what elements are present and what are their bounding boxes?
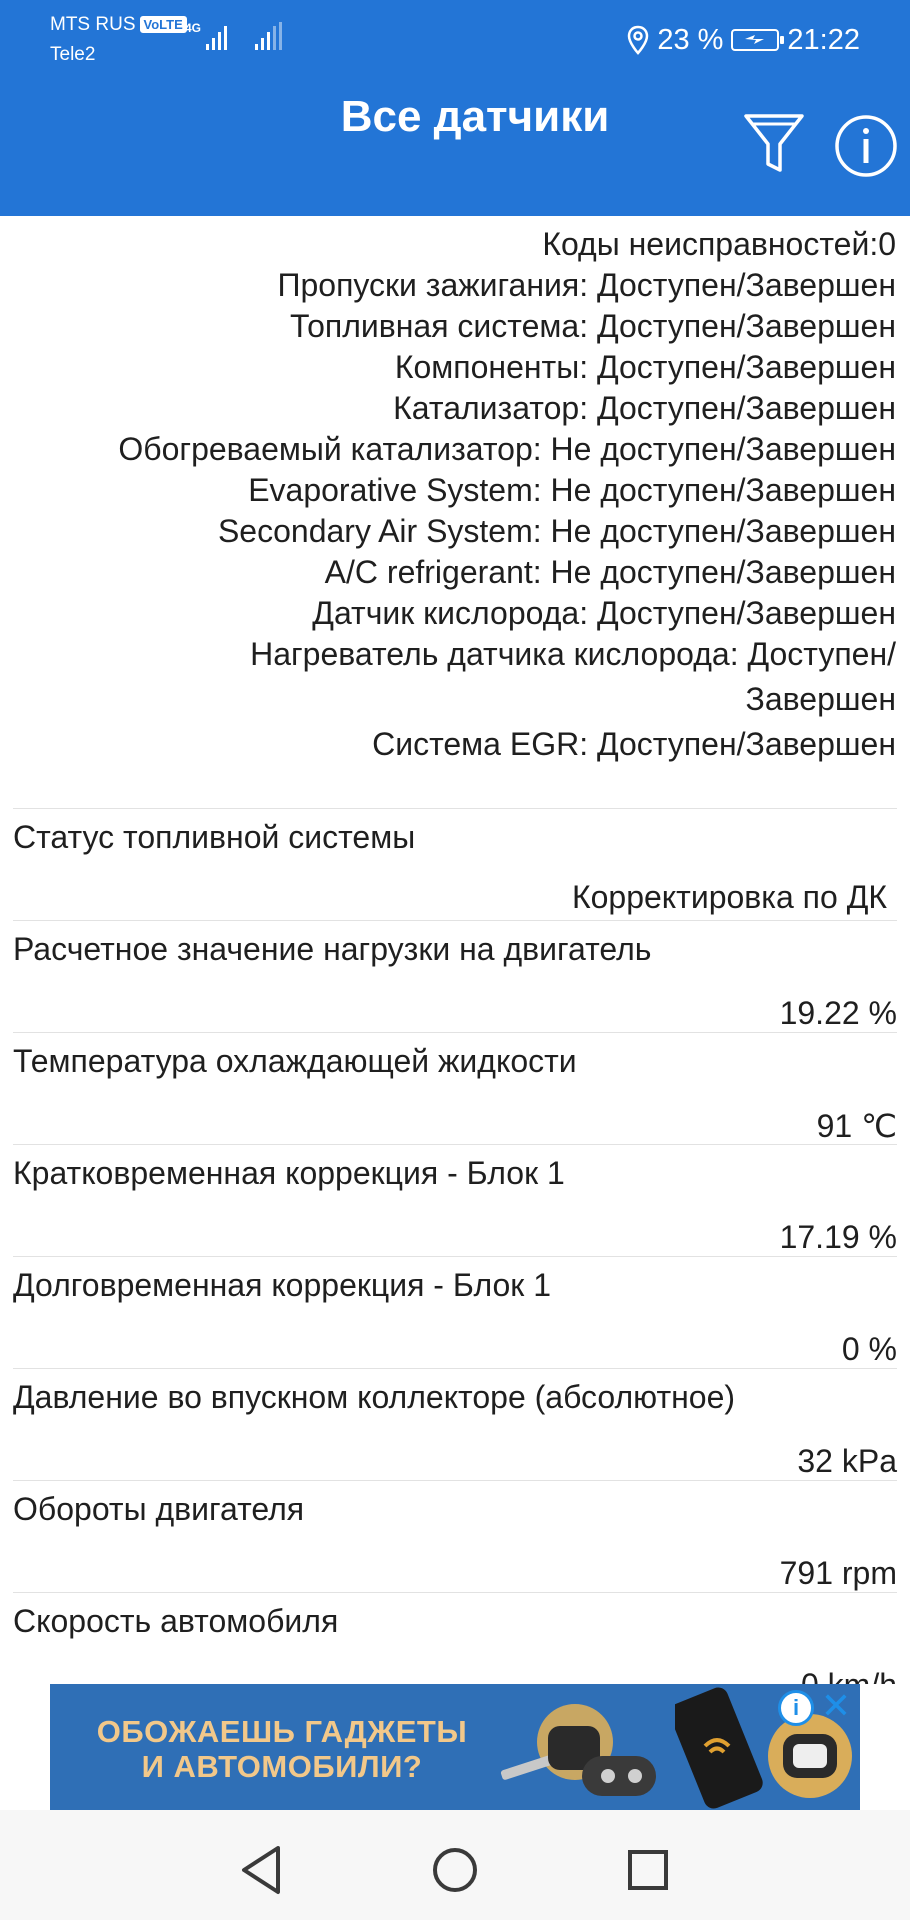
monitor-status-line: Датчик кислорода: Доступен/Завершен (312, 595, 896, 631)
navigation-bar (0, 1810, 910, 1920)
status-bar: MTS RUS VoLTE Tele2 4G 23 % 21:22 (0, 0, 910, 80)
recents-icon[interactable] (618, 1840, 678, 1900)
network-type: 4G (185, 21, 202, 35)
sensor-list[interactable]: Коды неисправностей:0 Пропуски зажигания… (0, 216, 910, 1684)
sensor-row[interactable]: Кратковременная коррекция - Блок 1 17.19… (13, 1144, 897, 1256)
ad-car-key-icon (500, 1704, 656, 1796)
filter-icon[interactable] (742, 112, 806, 178)
sensor-value: 0 % (841, 1331, 897, 1367)
sensor-label: Обороты двигателя (13, 1491, 305, 1527)
monitor-status-line: Evaporative System: Не доступен/Завершен (248, 472, 896, 508)
sensor-label: Давление во впускном коллекторе (абсолют… (13, 1379, 736, 1415)
sensor-value: 32 kPa (797, 1443, 897, 1479)
info-icon[interactable] (834, 114, 898, 178)
sensor-value: 0 km/h (801, 1667, 897, 1684)
sensor-row[interactable]: Долговременная коррекция - Блок 1 0 % (13, 1256, 897, 1368)
sensor-label: Температура охлаждающей жидкости (13, 1043, 577, 1079)
sensor-value: 91 ℃ (816, 1108, 897, 1144)
clock: 21:22 (787, 23, 860, 56)
status-right-group: 23 % 21:22 (627, 22, 860, 58)
sensor-value: Корректировка по ДК (571, 879, 887, 915)
sensor-row[interactable]: Расчетное значение нагрузки на двигатель… (13, 920, 897, 1032)
monitor-status-line: Система EGR: Доступен/Завершен (372, 726, 896, 762)
monitor-status-line: Обогреваемый катализатор: Не доступен/За… (118, 431, 896, 467)
sensor-row[interactable]: Давление во впускном коллекторе (абсолют… (13, 1368, 897, 1480)
monitor-status-line: Топливная система: Доступен/Завершен (290, 308, 896, 344)
ad-headline: ОБОЖАЕШЬ ГАДЖЕТЫ И АВТОМОБИЛИ? (72, 1714, 492, 1784)
sensor-label: Долговременная коррекция - Блок 1 (13, 1267, 551, 1303)
monitor-status-line: Катализатор: Доступен/Завершен (393, 390, 896, 426)
carrier-primary-label: MTS RUS (50, 14, 136, 35)
volte-badge: VoLTE (139, 16, 187, 34)
monitor-status-line: Пропуски зажигания: Доступен/Завершен (277, 267, 896, 303)
battery-percent: 23 % (657, 23, 724, 56)
sensor-row[interactable]: Статус топливной системы Корректировка п… (13, 808, 897, 920)
signal-strength-icon (206, 26, 227, 50)
monitor-status-block: Коды неисправностей:0 Пропуски зажигания… (16, 224, 896, 765)
ad-close-icon[interactable]: ✕ (818, 1688, 854, 1724)
carrier-primary: MTS RUS VoLTE (50, 14, 187, 36)
battery-charging-icon (731, 29, 785, 51)
sensor-value: 17.19 % (779, 1219, 897, 1255)
sensor-label: Расчетное значение нагрузки на двигатель (13, 931, 652, 967)
home-icon[interactable] (425, 1840, 485, 1900)
sensor-row[interactable]: Скорость автомобиля 0 km/h (13, 1592, 897, 1684)
ad-phone-icon (675, 1687, 763, 1809)
sensor-label: Кратковременная коррекция - Блок 1 (13, 1155, 565, 1191)
monitor-status-line: Secondary Air System: Не доступен/Заверш… (217, 513, 896, 549)
app-header: MTS RUS VoLTE Tele2 4G 23 % 21:22 Все да… (0, 0, 910, 216)
monitor-status-line: Завершен (745, 681, 897, 717)
monitor-status-line: Компоненты: Доступен/Завершен (394, 349, 896, 385)
ad-headline-line: ОБОЖАЕШЬ ГАДЖЕТЫ (96, 1714, 468, 1749)
ad-info-icon[interactable]: i (778, 1690, 814, 1726)
sensor-value: 791 rpm (779, 1555, 897, 1591)
carrier-secondary: Tele2 (50, 44, 96, 65)
ad-banner[interactable]: ОБОЖАЕШЬ ГАДЖЕТЫ И АВТОМОБИЛИ? i ✕ (50, 1684, 860, 1810)
back-icon[interactable] (232, 1840, 292, 1900)
sensor-rows: Статус топливной системы Корректировка п… (13, 808, 897, 1684)
sensor-label: Скорость автомобиля (13, 1603, 339, 1639)
monitor-status-line: Коды неисправностей:0 (542, 226, 896, 262)
sensor-row[interactable]: Температура охлаждающей жидкости 91 ℃ (13, 1032, 897, 1144)
monitor-status-line: Нагреватель датчика кислорода: Доступен/ (250, 636, 896, 672)
signal-strength-secondary-icon (255, 22, 282, 50)
sensor-value: 19.22 % (779, 995, 897, 1031)
sensor-label: Статус топливной системы (13, 819, 416, 855)
ad-headline-line: И АВТОМОБИЛИ? (141, 1749, 423, 1784)
location-icon (628, 25, 649, 55)
monitor-status-line: A/C refrigerant: Не доступен/Завершен (324, 554, 896, 590)
sensor-row[interactable]: Обороты двигателя 791 rpm (13, 1480, 897, 1592)
